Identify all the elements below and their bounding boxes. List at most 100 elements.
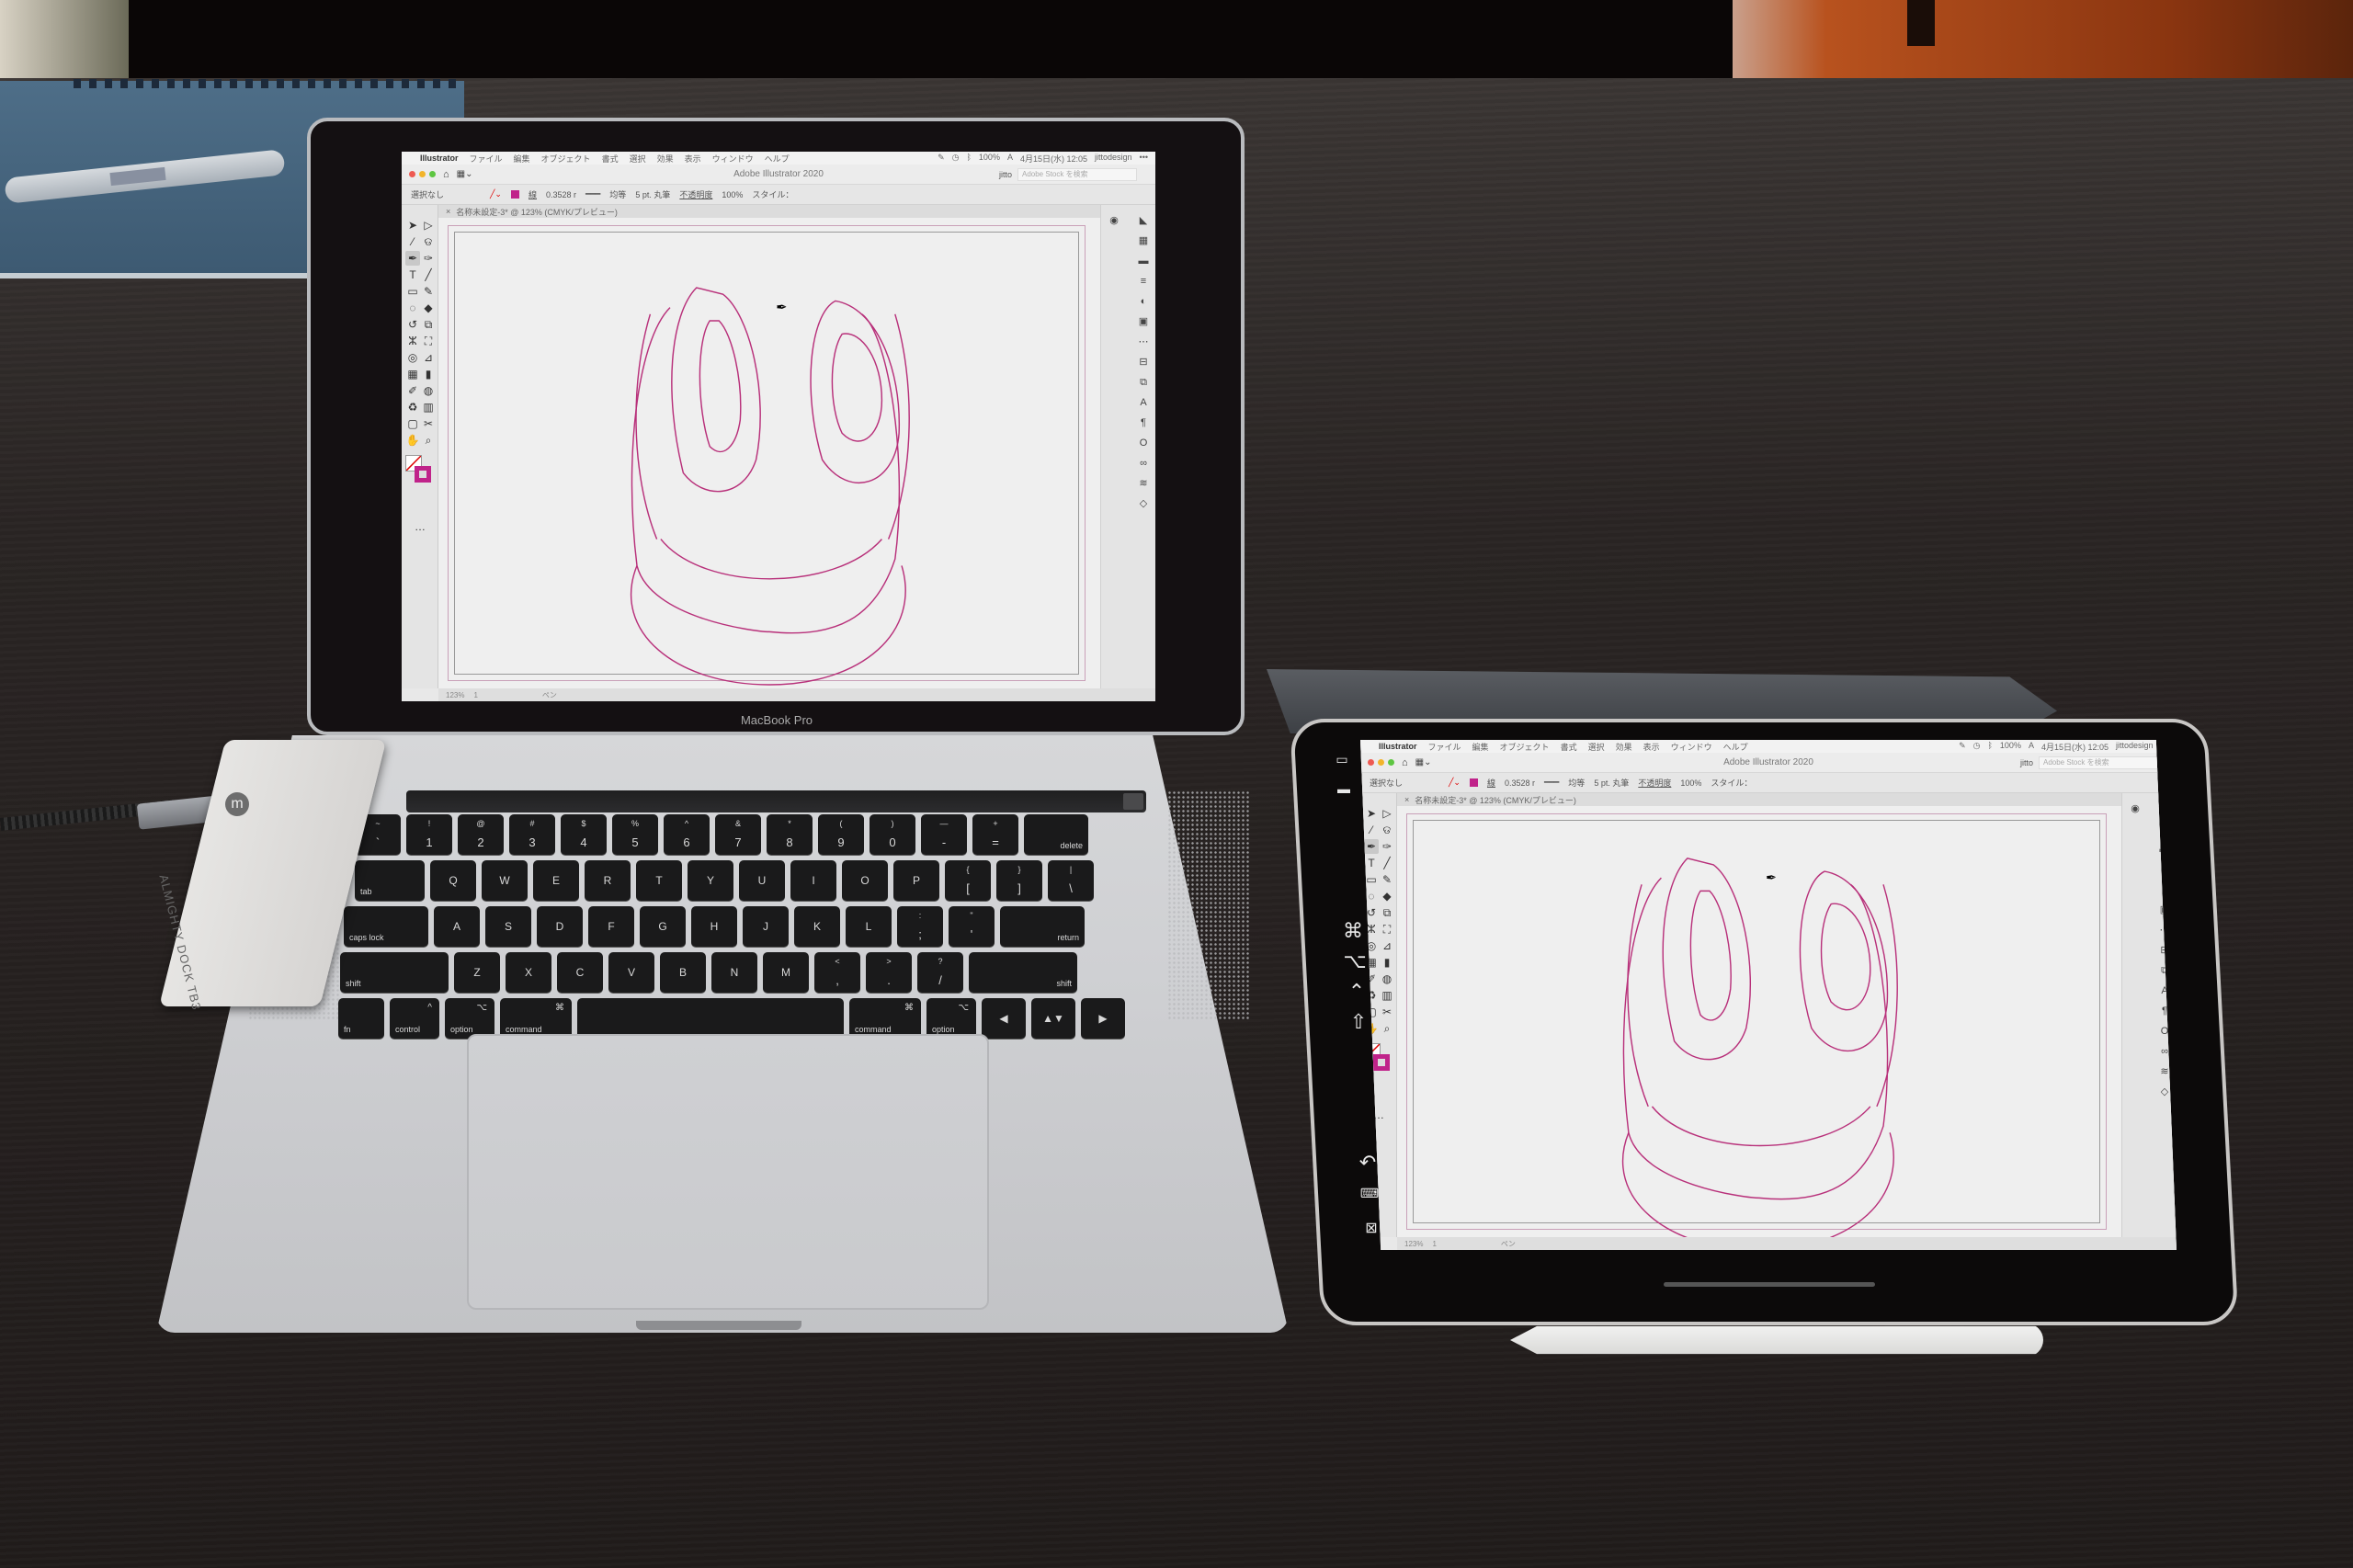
key[interactable]: G bbox=[640, 906, 686, 947]
key[interactable]: R bbox=[585, 860, 631, 901]
option-key-icon[interactable]: ⌥ bbox=[1336, 949, 1373, 973]
gradient-panel-icon[interactable]: ≡ bbox=[1136, 275, 1151, 288]
show-menubar-icon[interactable]: ▭ bbox=[1324, 752, 1360, 767]
mesh-tool-icon[interactable]: ▦ bbox=[405, 367, 420, 381]
key[interactable]: S bbox=[485, 906, 531, 947]
clock-icon[interactable]: ◷ bbox=[1973, 741, 1981, 753]
key[interactable]: W bbox=[482, 860, 528, 901]
key[interactable]: >. bbox=[866, 952, 912, 993]
zoom-button[interactable] bbox=[1388, 759, 1394, 766]
more-icon[interactable]: ••• bbox=[1140, 153, 1148, 165]
menu-item[interactable]: 選択 bbox=[630, 153, 646, 165]
line-tool-icon[interactable]: ╱ bbox=[421, 267, 436, 282]
type-tool-icon[interactable]: T bbox=[405, 267, 420, 282]
opacity-label[interactable]: 不透明度 bbox=[679, 188, 712, 200]
free-transform-tool-icon[interactable]: ⛶ bbox=[1380, 922, 1394, 937]
fullscreen-icon[interactable]: ▬ bbox=[1325, 781, 1362, 796]
pathfinder-panel-icon[interactable]: A bbox=[1136, 396, 1151, 409]
key[interactable]: C bbox=[557, 952, 603, 993]
menu-clock[interactable]: 4月15日(水) 12:05 bbox=[1020, 153, 1087, 165]
swatches-panel-icon[interactable]: ▬ bbox=[1136, 255, 1151, 267]
selection-tool-icon[interactable]: ➤ bbox=[1364, 806, 1379, 821]
key[interactable]: U bbox=[739, 860, 785, 901]
key[interactable]: ^ 6 bbox=[664, 814, 710, 855]
key[interactable]: V bbox=[608, 952, 654, 993]
workspace-switcher-icon[interactable]: ▦⌄ bbox=[1415, 757, 1432, 767]
document-tab[interactable]: × 名称未設定-3* @ 123% (CMYK/プレビュー) bbox=[438, 205, 1155, 218]
key[interactable]: return bbox=[1000, 906, 1085, 947]
variable-width-profile[interactable]: ━━━ bbox=[585, 189, 600, 199]
key[interactable]: $4 bbox=[561, 814, 607, 855]
menu-user[interactable]: jittodesign bbox=[1095, 153, 1132, 165]
touch-id-sensor[interactable] bbox=[1123, 793, 1143, 810]
artwork-path[interactable] bbox=[660, 539, 882, 580]
bluetooth-icon[interactable]: ᛒ bbox=[967, 153, 972, 165]
blend-tool-icon[interactable]: ◍ bbox=[421, 383, 436, 398]
key[interactable]: ) 0 bbox=[870, 814, 915, 855]
curvature-tool-icon[interactable]: ✑ bbox=[1380, 839, 1394, 854]
key[interactable]: H bbox=[691, 906, 737, 947]
artboard-navigator[interactable]: 1 bbox=[473, 691, 477, 699]
menu-clock[interactable]: 4月15日(水) 12:05 bbox=[2041, 741, 2109, 753]
style-label[interactable]: スタイル： bbox=[1711, 777, 1752, 789]
battery-percent[interactable]: 100% bbox=[979, 153, 1000, 165]
rectangle-tool-icon[interactable]: ▭ bbox=[405, 284, 420, 299]
warp-tool-icon[interactable]: ⵣ bbox=[405, 334, 420, 348]
properties-panel-icon[interactable]: ◉ bbox=[2128, 802, 2143, 815]
key[interactable]: B bbox=[660, 952, 706, 993]
canvas[interactable]: ✒ bbox=[1397, 806, 2121, 1237]
key[interactable]: X bbox=[506, 952, 551, 993]
menu-item[interactable]: ヘルプ bbox=[765, 153, 790, 165]
menu-user[interactable]: jittodesign bbox=[2116, 741, 2154, 753]
key[interactable]: delete bbox=[1024, 814, 1088, 855]
artwork-path[interactable] bbox=[631, 565, 906, 686]
artwork-path[interactable] bbox=[831, 333, 883, 442]
zoom-tool-icon[interactable]: ⌕ bbox=[1380, 1021, 1394, 1036]
account-menu[interactable]: jitto bbox=[999, 170, 1012, 179]
menu-item[interactable]: ウィンドウ bbox=[1671, 741, 1712, 753]
key[interactable]: % 5 bbox=[612, 814, 658, 855]
menu-item[interactable]: 表示 bbox=[1643, 741, 1660, 753]
stroke-color-swatch[interactable] bbox=[1469, 778, 1478, 787]
paintbrush-tool-icon[interactable]: ✎ bbox=[421, 284, 436, 299]
trackpad[interactable] bbox=[467, 1034, 989, 1310]
zoom-level[interactable]: 123% bbox=[446, 691, 464, 699]
close-button[interactable] bbox=[409, 171, 415, 177]
key[interactable]: ◀ bbox=[982, 998, 1026, 1039]
menu-item[interactable]: ヘルプ bbox=[1723, 741, 1748, 753]
brush-dropdown[interactable]: 5 pt. 丸筆 bbox=[635, 188, 670, 200]
key[interactable]: <, bbox=[814, 952, 860, 993]
artwork-path[interactable] bbox=[671, 287, 761, 493]
key[interactable]: Y bbox=[688, 860, 733, 901]
key[interactable]: P bbox=[893, 860, 939, 901]
minimize-button[interactable] bbox=[419, 171, 426, 177]
shape-builder-tool-icon[interactable]: ◎ bbox=[405, 350, 420, 365]
key[interactable]: command ⌘ bbox=[849, 998, 921, 1039]
current-tool[interactable]: ペン bbox=[542, 690, 557, 700]
key[interactable]: tab bbox=[355, 860, 425, 901]
close-button[interactable] bbox=[1368, 759, 1374, 766]
menu-app-name[interactable]: Illustrator bbox=[420, 153, 459, 163]
fill-none-icon[interactable]: ╱⌄ bbox=[1449, 778, 1461, 788]
key[interactable] bbox=[577, 998, 844, 1039]
command-key-icon[interactable]: ⌘ bbox=[1335, 919, 1371, 943]
character-panel-icon[interactable]: ¶ bbox=[1136, 416, 1151, 429]
artwork-path[interactable] bbox=[635, 313, 658, 540]
transform-panel-icon[interactable]: ⊟ bbox=[1136, 356, 1151, 369]
blend-tool-icon[interactable]: ◍ bbox=[1380, 971, 1394, 986]
stroke-swatch[interactable] bbox=[1373, 1054, 1390, 1071]
key[interactable]: F bbox=[588, 906, 634, 947]
layers-panel-icon[interactable]: ◇ bbox=[1136, 497, 1151, 510]
eraser-tool-icon[interactable]: ◆ bbox=[1380, 889, 1394, 903]
key[interactable]: A bbox=[434, 906, 480, 947]
color-guide-panel-icon[interactable]: ▦ bbox=[1136, 234, 1151, 247]
pen-status-icon[interactable]: ✎ bbox=[938, 153, 945, 165]
artwork-path[interactable] bbox=[699, 320, 742, 453]
menu-item[interactable]: 表示 bbox=[685, 153, 701, 165]
properties-panel-icon[interactable]: ◉ bbox=[1107, 214, 1121, 227]
key[interactable]: L bbox=[846, 906, 892, 947]
key[interactable]: ! 1 bbox=[406, 814, 452, 855]
key[interactable]: shift bbox=[340, 952, 449, 993]
rectangle-tool-icon[interactable]: ▭ bbox=[1364, 872, 1379, 887]
magic-wand-tool-icon[interactable]: ⁄ bbox=[1364, 823, 1379, 837]
